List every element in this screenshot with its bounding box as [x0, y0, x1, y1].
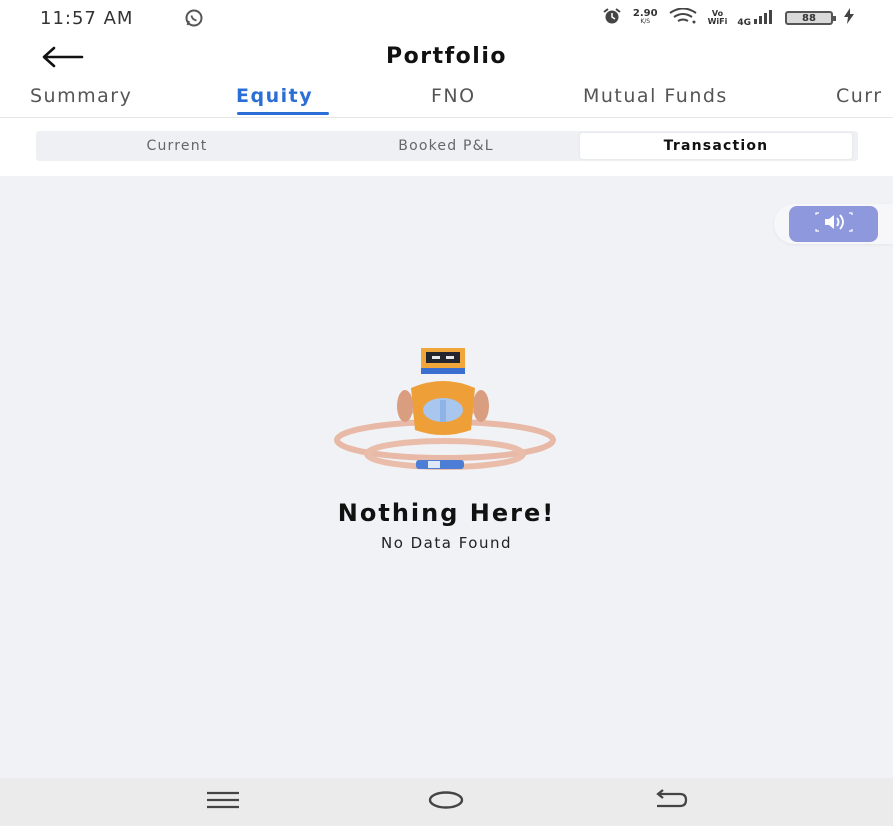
volte-indicator: Vo WiFi — [708, 10, 728, 26]
content-area: Nothing Here! No Data Found — [0, 176, 893, 778]
tab-fno[interactable]: FNO — [431, 85, 476, 107]
network-type: 4G — [737, 17, 751, 28]
robot-illustration — [333, 348, 563, 478]
system-nav-bar — [0, 778, 893, 826]
status-time: 11:57 AM — [40, 8, 134, 29]
active-tab-indicator — [237, 112, 329, 115]
home-icon — [427, 790, 465, 814]
charging-icon — [843, 8, 855, 28]
app-screen: 11:57 AM 2.90 K/S Vo WiFi 4G 88 Portfoli… — [0, 0, 893, 826]
tab-mutual-funds[interactable]: Mutual Funds — [583, 85, 728, 107]
main-tabs: Summary Equity FNO Mutual Funds Curr — [0, 82, 893, 118]
status-bar: 11:57 AM 2.90 K/S Vo WiFi 4G 88 — [0, 0, 893, 36]
menu-icon — [206, 791, 240, 813]
wifi-icon — [668, 7, 698, 28]
signal-indicator: 4G — [737, 9, 775, 28]
tab-currency[interactable]: Curr — [836, 85, 883, 107]
battery-icon: 88 — [785, 11, 836, 25]
tab-summary[interactable]: Summary — [30, 85, 132, 107]
alarm-icon — [601, 7, 623, 29]
sub-tabs-area: Current Booked P&L Transaction — [0, 118, 893, 176]
battery-level: 88 — [802, 12, 816, 24]
volte-bottom: WiFi — [707, 17, 728, 26]
nav-back-button[interactable] — [650, 789, 690, 815]
app-header: Portfolio — [0, 36, 893, 80]
network-speed-unit: K/S — [640, 18, 651, 25]
whatsapp-icon — [183, 8, 205, 32]
subtab-transaction[interactable]: Transaction — [580, 133, 852, 159]
speaker-icon — [814, 212, 854, 236]
page-title: Portfolio — [386, 44, 507, 69]
subtab-current[interactable]: Current — [36, 133, 318, 159]
floating-button-container — [774, 204, 893, 244]
signal-icon — [753, 9, 775, 28]
subtab-booked-pl[interactable]: Booked P&L — [311, 133, 581, 159]
network-speed: 2.90 K/S — [633, 9, 658, 26]
empty-state-subtitle: No Data Found — [380, 534, 513, 552]
nav-menu-button[interactable] — [203, 790, 243, 814]
nav-home-button[interactable] — [426, 790, 466, 814]
sub-tabs: Current Booked P&L Transaction — [36, 131, 858, 161]
empty-state-title: Nothing Here! — [337, 499, 556, 527]
tab-equity[interactable]: Equity — [236, 85, 313, 107]
status-icons: 2.90 K/S Vo WiFi 4G 88 — [601, 7, 855, 29]
speaker-button[interactable] — [789, 206, 878, 242]
back-icon — [652, 789, 688, 815]
